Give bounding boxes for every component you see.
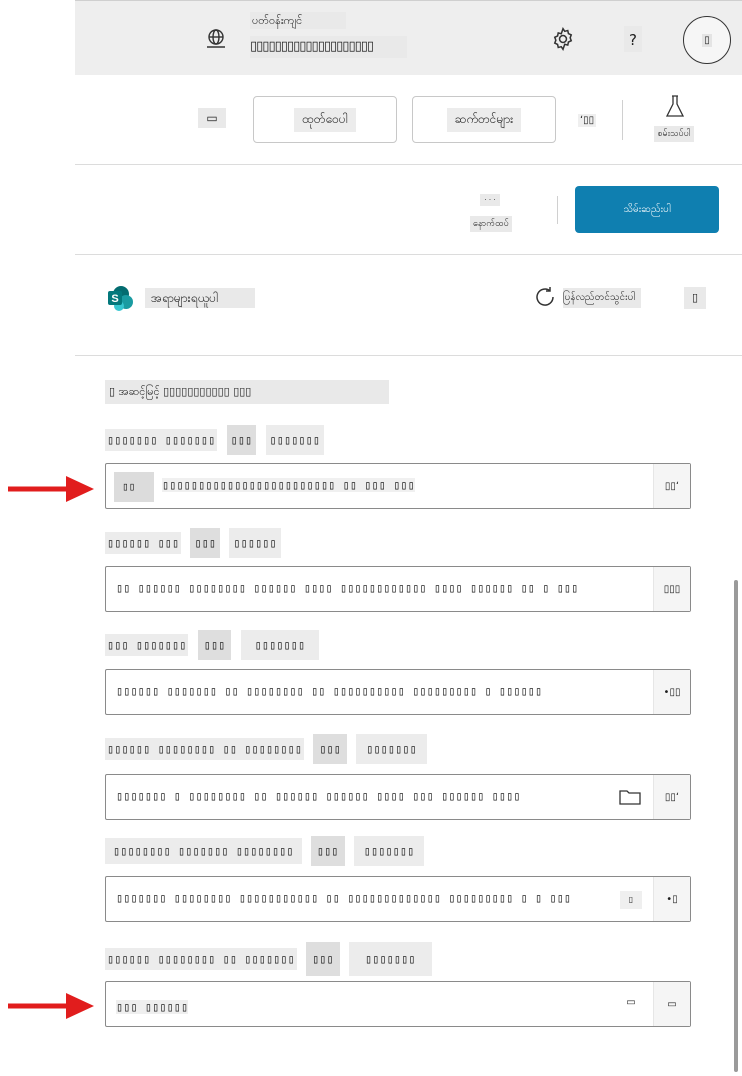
- field-end-button[interactable]: ▯▯ʻ: [653, 464, 690, 508]
- red-arrow-annotation: [8, 991, 94, 1021]
- field-tag: ▯▯▯: [313, 734, 347, 764]
- refresh-icon[interactable]: [533, 285, 557, 309]
- field-value: ▯▯▯▯▯▯▯ ▯ ▯▯▯▯▯▯▯▯ ▯▯ ▯▯▯▯▯▯ ▯▯▯▯▯▯ ▯▯▯▯…: [116, 789, 521, 803]
- scrollbar[interactable]: [734, 580, 738, 1072]
- save-button[interactable]: သိမ်းဆည်းပါ: [575, 186, 719, 233]
- field-label: ▯▯▯ ▯▯▯▯▯▯▯ ▯▯▯ ▯▯▯▯▯▯▯: [105, 630, 320, 660]
- more-button-label[interactable]: နောက်ထပ်: [470, 216, 512, 232]
- field-end-button[interactable]: ▭: [653, 982, 690, 1026]
- text-field[interactable]: ▯▯ ▯▯▯▯▯▯ ▯▯▯▯▯▯▯▯ ▯▯▯▯▯▯ ▯▯▯▯ ▯▯▯▯▯▯▯▯▯…: [105, 566, 691, 612]
- globe-icon[interactable]: [204, 26, 228, 50]
- field-end-button[interactable]: •▯▯: [653, 670, 690, 714]
- user-avatar[interactable]: ▯: [683, 16, 731, 64]
- field-label: ▯▯▯▯▯▯▯ ▯▯▯▯▯▯▯ ▯▯▯ ▯▯▯▯▯▯▯: [105, 425, 325, 455]
- text-field[interactable]: ▯▯▯▯▯▯ ▯▯▯▯▯▯▯ ▯▯ ▯▯▯▯▯▯▯▯ ▯▯ ▯▯▯▯▯▯▯▯▯▯…: [105, 669, 691, 715]
- svg-text:S: S: [111, 293, 118, 305]
- field-tag: ▯▯▯: [310, 836, 345, 866]
- settings-button[interactable]: ဆက်တင်များ: [412, 96, 556, 143]
- small-toolbar-label[interactable]: ʻ▯▯: [578, 114, 597, 127]
- field-label: ▯▯▯▯▯▯ ▯▯▯ ▯▯▯ ▯▯▯▯▯▯: [105, 528, 281, 558]
- red-arrow-annotation: [8, 474, 94, 504]
- settings-gear-icon[interactable]: [550, 26, 576, 52]
- flask-icon[interactable]: [664, 94, 686, 120]
- field-tag-secondary: ▯▯▯▯▯▯: [229, 528, 281, 558]
- left-margin: [0, 0, 75, 1076]
- field-end-button[interactable]: •▯: [653, 877, 690, 921]
- field-value: ▯▯▯▯▯▯▯ ▯▯▯▯▯▯▯▯ ▯▯▯▯▯▯▯▯▯▯▯ ▯▯ ▯▯▯▯▯▯▯▯…: [116, 891, 572, 905]
- source-more-icon[interactable]: ▯: [684, 287, 706, 309]
- field-tag: ▯▯▯: [190, 528, 221, 558]
- field-tag: ▯▯▯: [226, 425, 257, 455]
- more-dots: · · ·: [480, 194, 500, 206]
- help-icon[interactable]: ?: [624, 26, 642, 52]
- small-icon[interactable]: ▭: [622, 996, 640, 1010]
- field-end-button[interactable]: ▯▯▯: [653, 567, 690, 611]
- text-field[interactable]: ▯▯▯▯▯▯▯ ▯ ▯▯▯▯▯▯▯▯ ▯▯ ▯▯▯▯▯▯ ▯▯▯▯▯▯ ▯▯▯▯…: [105, 774, 691, 820]
- field-tag-secondary: ▯▯▯▯▯▯▯: [240, 630, 320, 660]
- field-value: ▯▯ ▯▯▯▯▯▯ ▯▯▯▯▯▯▯▯ ▯▯▯▯▯▯ ▯▯▯▯ ▯▯▯▯▯▯▯▯▯…: [116, 581, 579, 595]
- sharepoint-icon: S: [106, 284, 134, 312]
- reload-label[interactable]: ပြန်လည်တင်သွင်းပါ: [563, 288, 641, 308]
- advanced-options-heading[interactable]: ▯ အဆင့်မြင့် ▯▯▯▯▯▯▯▯▯▯▯ ▯▯▯: [105, 380, 389, 404]
- toolbar-separator: [622, 100, 623, 140]
- field-tag-secondary: ▯▯▯▯▯▯▯: [353, 836, 425, 866]
- field-label: ▯▯▯▯▯▯ ▯▯▯▯▯▯▯▯ ▯▯ ▯▯▯▯▯▯▯▯ ▯▯▯ ▯▯▯▯▯▯▯: [105, 734, 427, 764]
- avatar-initials: ▯: [702, 33, 712, 47]
- field-value: ▯▯▯▯▯▯▯▯▯▯▯▯▯▯▯▯▯▯▯▯▯▯▯▯ ▯▯ ▯▯▯ ▯▯▯: [162, 478, 415, 492]
- small-icon[interactable]: ▯: [620, 891, 642, 909]
- get-items-title: အရာများရယူပါ: [145, 288, 255, 308]
- divider-1: [75, 164, 742, 165]
- field-value: ▯▯▯▯▯▯ ▯▯▯▯▯▯▯ ▯▯ ▯▯▯▯▯▯▯▯ ▯▯ ▯▯▯▯▯▯▯▯▯▯…: [116, 684, 543, 698]
- text-field[interactable]: ▯▯▯ ▯▯▯▯▯▯ ▭ ▭: [105, 981, 691, 1027]
- field-prefix: ▯▯: [114, 472, 154, 502]
- field-tag-secondary: ▯▯▯▯▯▯▯: [356, 734, 427, 764]
- divider-2: [75, 254, 742, 255]
- environment-name[interactable]: ▯▯▯▯▯▯▯▯▯▯▯▯▯▯▯▯▯▯▯▯: [250, 36, 407, 58]
- text-field[interactable]: ▯▯ ▯▯▯▯▯▯▯▯▯▯▯▯▯▯▯▯▯▯▯▯▯▯▯▯ ▯▯ ▯▯▯ ▯▯▯ ▯…: [105, 463, 691, 509]
- actionbar-separator: [557, 196, 558, 224]
- field-tag-secondary: ▯▯▯▯▯▯▯: [349, 942, 432, 976]
- publish-button[interactable]: ထုတ်ဝေပါ: [253, 96, 397, 143]
- divider-3: [75, 355, 742, 356]
- save-button-label: သိမ်းဆည်းပါ: [623, 204, 671, 215]
- field-label: ▯▯▯▯▯▯ ▯▯▯▯▯▯▯▯ ▯▯ ▯▯▯▯▯▯▯ ▯▯▯ ▯▯▯▯▯▯▯: [105, 942, 432, 976]
- field-label: ▯▯▯▯▯▯▯▯ ▯▯▯▯▯▯▯ ▯▯▯▯▯▯▯▯ ▯▯▯ ▯▯▯▯▯▯▯: [105, 836, 425, 866]
- field-value: ▯▯▯ ▯▯▯▯▯▯: [116, 1000, 189, 1014]
- back-icon[interactable]: ▭: [198, 108, 226, 128]
- field-tag: ▯▯▯: [306, 942, 340, 976]
- folder-icon[interactable]: [618, 787, 642, 807]
- text-field[interactable]: ▯▯▯▯▯▯▯ ▯▯▯▯▯▯▯▯ ▯▯▯▯▯▯▯▯▯▯▯ ▯▯ ▯▯▯▯▯▯▯▯…: [105, 876, 691, 922]
- field-end-button[interactable]: ▯▯ʻ: [653, 775, 690, 819]
- test-button-label[interactable]: စမ်းသပ်ပါ: [654, 126, 694, 142]
- environment-label: ပတ်ဝန်းကျင်: [250, 12, 346, 29]
- field-tag-secondary: ▯▯▯▯▯▯▯: [265, 425, 325, 455]
- field-tag: ▯▯▯: [197, 630, 232, 660]
